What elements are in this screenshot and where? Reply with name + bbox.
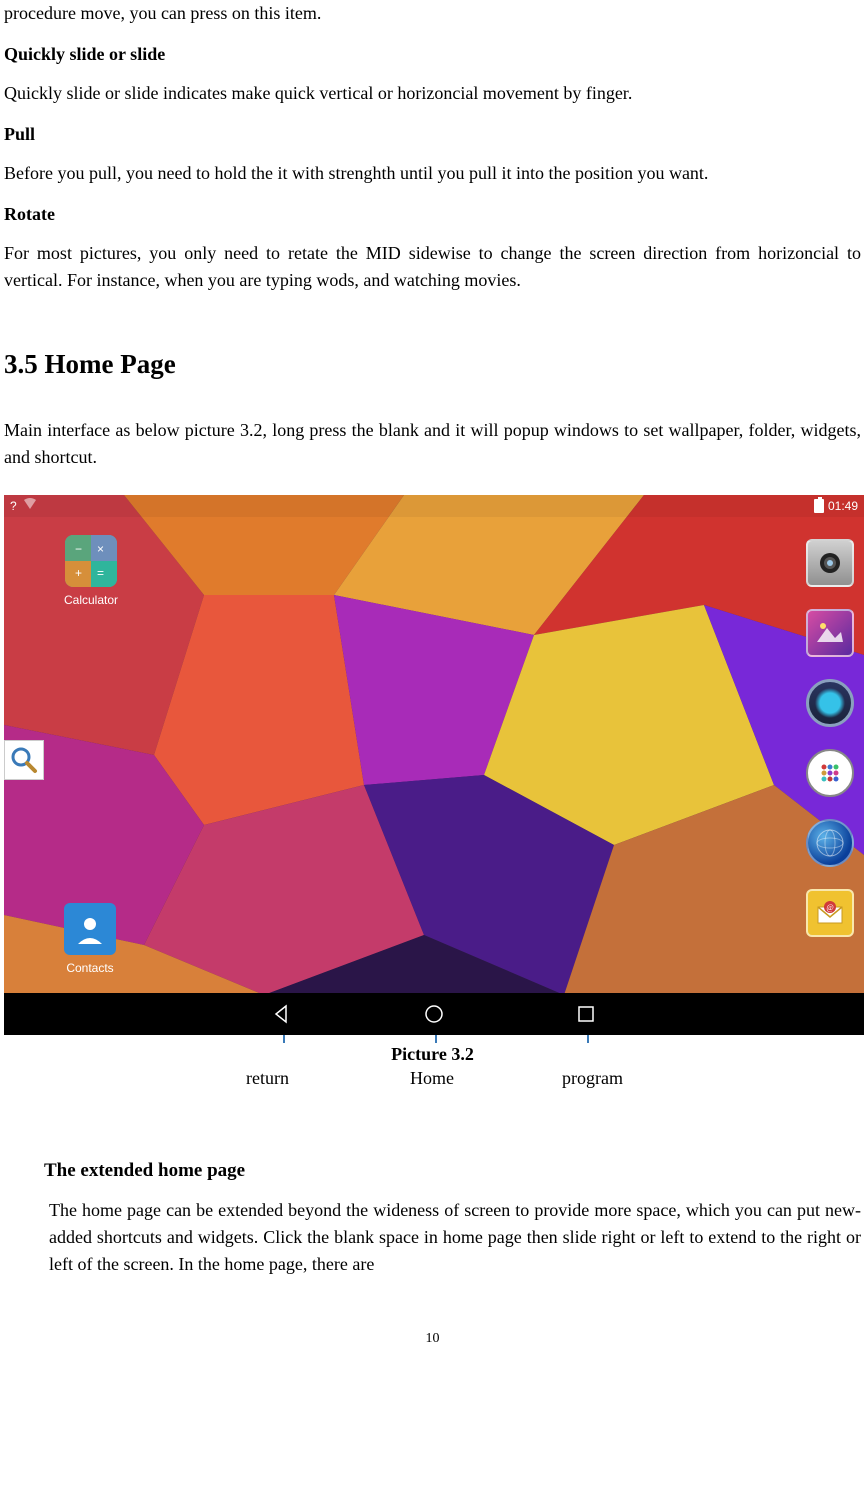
mail-icon: @ (814, 897, 846, 929)
svg-text:=: = (97, 566, 104, 580)
status-bar: ? 01:49 (4, 495, 864, 517)
home-button[interactable] (423, 1003, 445, 1025)
paragraph-quickslide: Quickly slide or slide indicates make qu… (4, 80, 861, 107)
intro-paragraph: procedure move, you can press on this it… (4, 0, 861, 27)
camera-app[interactable] (806, 539, 854, 587)
clock: 01:49 (828, 497, 858, 515)
svg-text:+: + (75, 566, 82, 580)
mail-app[interactable]: @ (806, 889, 854, 937)
figure-3-2: ? 01:49 − × + (4, 495, 861, 1097)
gallery-icon (815, 618, 845, 648)
heading-rotate: Rotate (4, 201, 861, 228)
globe-icon (815, 828, 845, 858)
battery-icon (814, 499, 824, 513)
heading-quickslide: Quickly slide or slide (4, 41, 861, 68)
extended-home-heading: The extended home page (44, 1157, 861, 1186)
calculator-icon: − × + = (65, 535, 117, 587)
home-circle-icon (424, 1004, 444, 1024)
wifi-icon (23, 496, 37, 516)
svg-text:×: × (97, 542, 104, 556)
label-home: Home (410, 1065, 454, 1092)
label-program: program (562, 1065, 623, 1092)
svg-text:−: − (75, 542, 82, 556)
heading-pull: Pull (4, 121, 861, 148)
android-home-screenshot: ? 01:49 − × + (4, 495, 864, 1035)
figure-caption: Picture 3.2 (391, 1041, 474, 1068)
figure-caption-row: Picture 3.2 return Home program (4, 1037, 861, 1097)
page-number: 10 (4, 1328, 861, 1359)
calculator-app[interactable]: − × + = Calculator (64, 535, 118, 609)
extended-home-body: The home page can be extended beyond the… (49, 1197, 861, 1278)
paragraph-rotate: For most pictures, you only need to reta… (4, 240, 861, 294)
app-drawer-button[interactable] (806, 749, 854, 797)
navigation-bar (4, 993, 864, 1035)
recent-icon (577, 1005, 595, 1023)
contacts-app[interactable]: Contacts (64, 903, 116, 977)
wallpaper-polygons (4, 495, 864, 1035)
debug-indicator-icon: ? (10, 497, 17, 515)
back-button[interactable] (271, 1003, 293, 1025)
label-return: return (246, 1065, 289, 1092)
camera-icon (815, 548, 845, 578)
contacts-icon (64, 903, 116, 955)
contacts-label: Contacts (66, 959, 113, 977)
magnifier-icon (10, 746, 38, 774)
paragraph-pull: Before you pull, you need to hold the it… (4, 160, 861, 187)
browser-app[interactable] (806, 819, 854, 867)
recent-apps-button[interactable] (575, 1003, 597, 1025)
magnifier-tab[interactable] (4, 740, 44, 780)
section-body: Main interface as below picture 3.2, lon… (4, 417, 861, 471)
section-title-home-page: 3.5 Home Page (4, 344, 861, 385)
svg-text:@: @ (826, 903, 833, 912)
gallery-app[interactable] (806, 609, 854, 657)
music-app[interactable] (806, 679, 854, 727)
right-dock: @ (802, 535, 858, 993)
app-drawer-icon (816, 759, 844, 787)
calculator-label: Calculator (64, 591, 118, 609)
back-icon (272, 1004, 292, 1024)
